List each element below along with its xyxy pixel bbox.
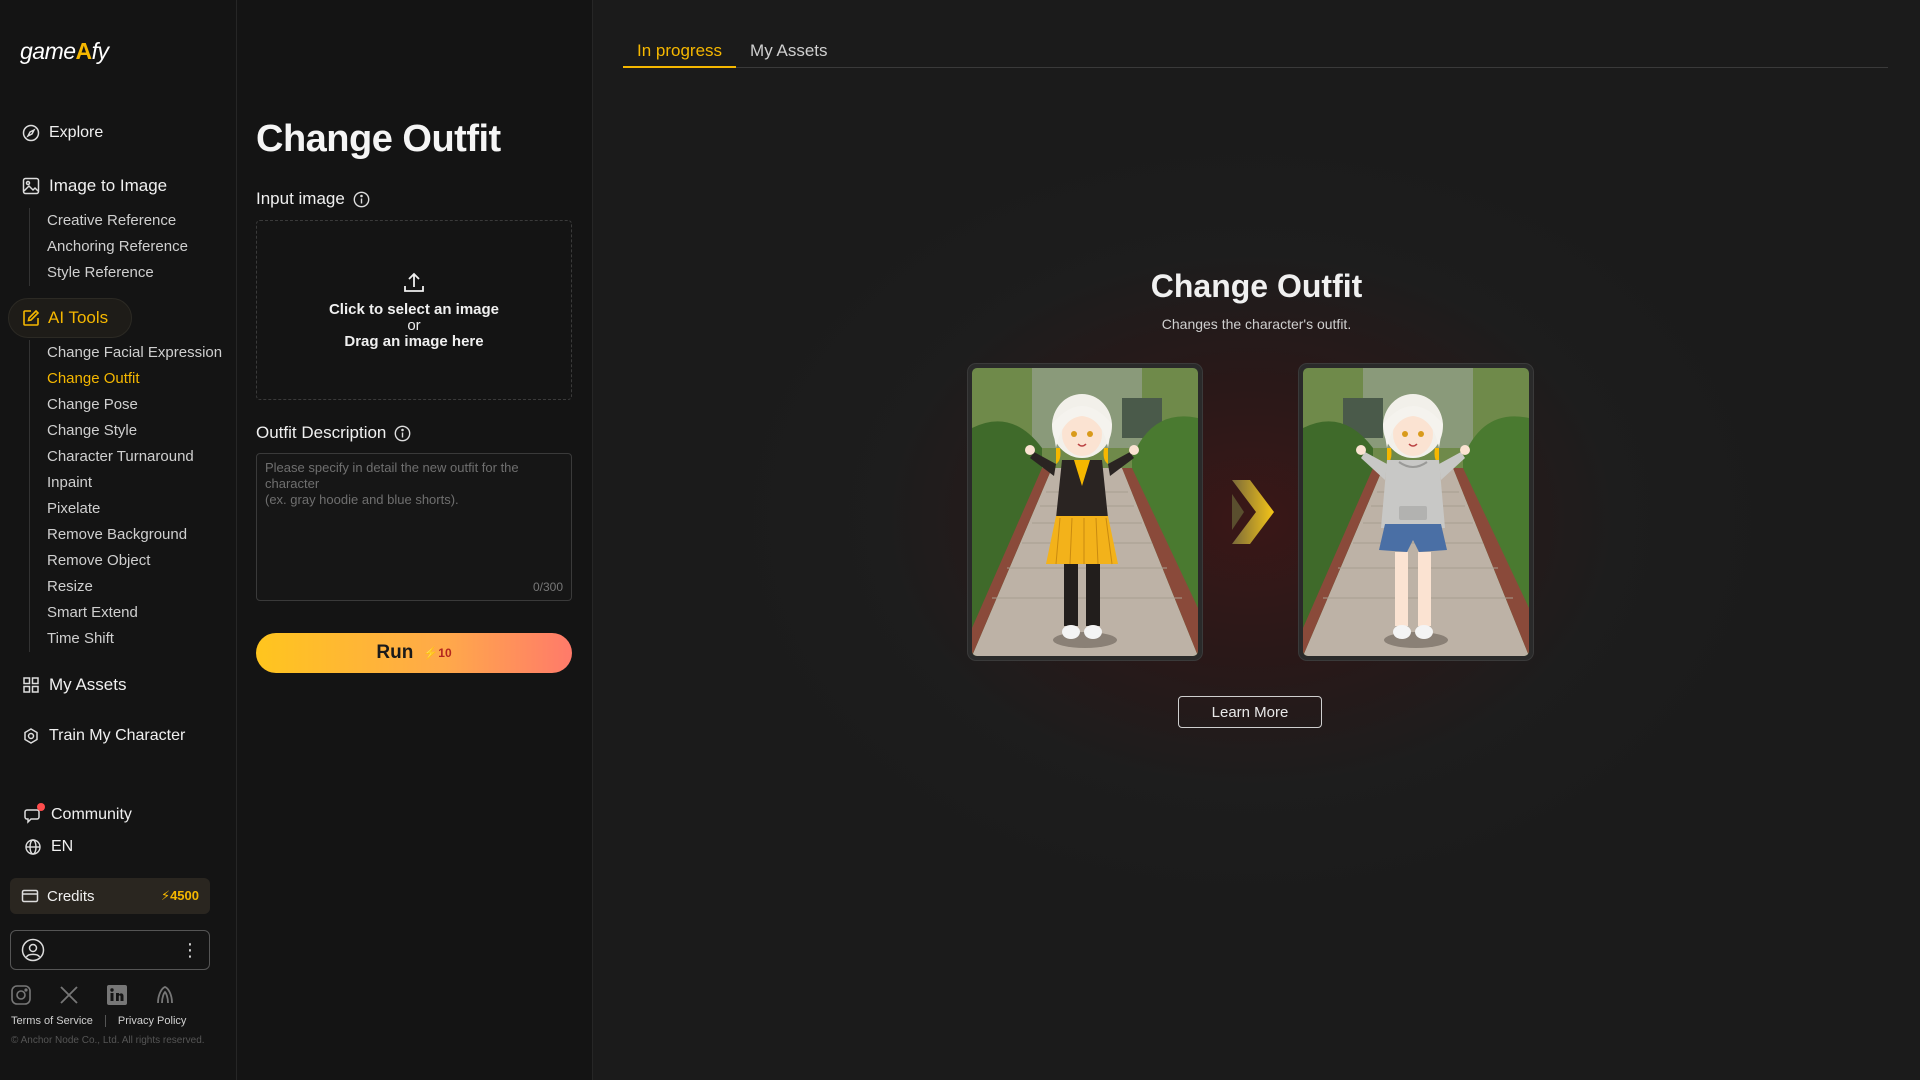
sidebar-item-change-outfit[interactable]: Change Outfit [47, 366, 222, 392]
before-example-image [968, 364, 1202, 660]
linkedin-icon[interactable] [106, 984, 128, 1006]
logo-text-right: fy [91, 38, 109, 64]
terms-link[interactable]: Terms of Service [11, 1015, 93, 1027]
nav-train-my-character-label: Train My Character [49, 727, 186, 744]
globe-icon [24, 838, 42, 856]
nav-my-assets-label: My Assets [49, 675, 127, 694]
language-selector[interactable]: EN [24, 838, 73, 856]
sidebar-item-character-turnaround[interactable]: Character Turnaround [47, 444, 222, 470]
legal-divider [104, 1015, 106, 1027]
after-example-image [1299, 364, 1533, 660]
chat-icon [24, 803, 45, 824]
outfit-description-label: Outfit Description [256, 423, 411, 443]
sidebar-item-anchoring-reference[interactable]: Anchoring Reference [47, 234, 188, 260]
nav-community[interactable]: Community [24, 803, 132, 824]
outfit-description-input[interactable] [257, 454, 571, 574]
hero-subtitle: Changes the character's outfit. [1161, 316, 1352, 332]
sidebar-item-smart-extend[interactable]: Smart Extend [47, 600, 222, 626]
main-content: In progress My Assets Change Outfit Chan… [593, 0, 1920, 1080]
notification-dot [37, 803, 45, 811]
sidebar-item-style-reference[interactable]: Style Reference [47, 260, 188, 286]
info-icon[interactable] [353, 191, 370, 208]
anchor-node-icon[interactable] [154, 984, 176, 1006]
run-cost: ⚡10 [423, 646, 452, 660]
user-avatar-icon [21, 938, 45, 962]
logo-text-left: game [20, 38, 76, 64]
sidebar-item-creative-reference[interactable]: Creative Reference [47, 208, 188, 234]
credits-panel[interactable]: Credits ⚡4500 [10, 878, 210, 914]
instagram-icon[interactable] [10, 984, 32, 1006]
upload-instruction-1: Click to select an image [328, 301, 500, 318]
logo-text-mid: A [75, 38, 93, 64]
input-image-label-text: Input image [256, 189, 345, 208]
sidebar-item-change-pose[interactable]: Change Pose [47, 392, 222, 418]
image-icon [22, 177, 40, 195]
upload-icon [401, 270, 427, 296]
social-links [10, 984, 176, 1006]
after-character-illustration [1303, 368, 1529, 656]
hero-title: Change Outfit [1150, 268, 1363, 304]
info-icon[interactable] [394, 425, 411, 442]
tab-in-progress[interactable]: In progress [623, 38, 737, 68]
x-twitter-icon[interactable] [58, 984, 80, 1006]
sidebar-item-time-shift[interactable]: Time Shift [47, 626, 222, 652]
copyright-text: © Anchor Node Co., Ltd. All rights reser… [11, 1035, 205, 1046]
ai-tools-submenu: Change Facial Expression Change Outfit C… [29, 340, 222, 652]
puzzle-icon [22, 727, 40, 745]
character-counter: 0/300 [532, 580, 563, 594]
learn-more-button[interactable]: Learn More [1178, 696, 1322, 728]
nav-train-my-character[interactable]: Train My Character [22, 727, 185, 745]
credits-amount: ⚡4500 [160, 888, 199, 903]
sidebar-item-remove-object[interactable]: Remove Object [47, 548, 222, 574]
tab-my-assets[interactable]: My Assets [736, 38, 841, 68]
compass-icon [22, 124, 40, 142]
grid-icon [22, 676, 40, 694]
privacy-link[interactable]: Privacy Policy [118, 1015, 186, 1027]
tool-form-panel: Change Outfit Input image Click to selec… [237, 0, 593, 1080]
sidebar-item-remove-background[interactable]: Remove Background [47, 522, 222, 548]
nav-my-assets[interactable]: My Assets [22, 675, 126, 695]
sidebar-item-resize[interactable]: Resize [47, 574, 222, 600]
nav-ai-tools-label: AI Tools [48, 308, 109, 327]
nav-explore-label: Explore [49, 124, 104, 141]
nav-image-to-image-label: Image to Image [49, 176, 168, 195]
run-cost-value: 10 [438, 646, 452, 660]
transform-arrow-icon [1232, 480, 1274, 544]
nav-image-to-image[interactable]: Image to Image [22, 176, 167, 196]
credits-label: Credits [47, 887, 95, 905]
nav-explore[interactable]: Explore [22, 124, 103, 142]
more-options-icon[interactable]: ⋮ [181, 941, 199, 959]
outfit-description-label-text: Outfit Description [256, 423, 387, 442]
image-to-image-submenu: Creative Reference Anchoring Reference S… [29, 208, 188, 286]
sidebar: game Afy Explore Image to Image Creative … [0, 0, 237, 1080]
credits-amount-value: 4500 [170, 888, 199, 903]
sidebar-item-change-style[interactable]: Change Style [47, 418, 222, 444]
nav-ai-tools[interactable]: AI Tools [8, 298, 132, 338]
upload-instruction-2: Drag an image here [344, 333, 484, 350]
before-character-illustration [972, 368, 1198, 656]
run-button-label: Run [376, 642, 414, 663]
input-image-label: Input image [256, 189, 370, 209]
edit-icon [22, 309, 40, 327]
sidebar-item-inpaint[interactable]: Inpaint [47, 470, 222, 496]
language-label: EN [51, 838, 74, 855]
page-title: Change Outfit [256, 118, 501, 160]
outfit-description-box: 0/300 [256, 453, 572, 601]
gameafy-logo[interactable]: game Afy [20, 38, 109, 65]
sidebar-item-pixelate[interactable]: Pixelate [47, 496, 222, 522]
upload-instruction-or: or [407, 317, 421, 334]
legal-links: Terms of Service Privacy Policy [11, 1015, 186, 1027]
sidebar-item-change-facial-expression[interactable]: Change Facial Expression [47, 340, 222, 366]
main-tabs: In progress My Assets [623, 38, 1888, 68]
image-upload-dropzone[interactable]: Click to select an image or Drag an imag… [256, 220, 572, 400]
nav-community-label: Community [51, 806, 132, 823]
card-icon [21, 887, 39, 905]
account-menu[interactable]: ⋮ [10, 930, 210, 970]
run-button[interactable]: Run ⚡10 [256, 633, 572, 673]
